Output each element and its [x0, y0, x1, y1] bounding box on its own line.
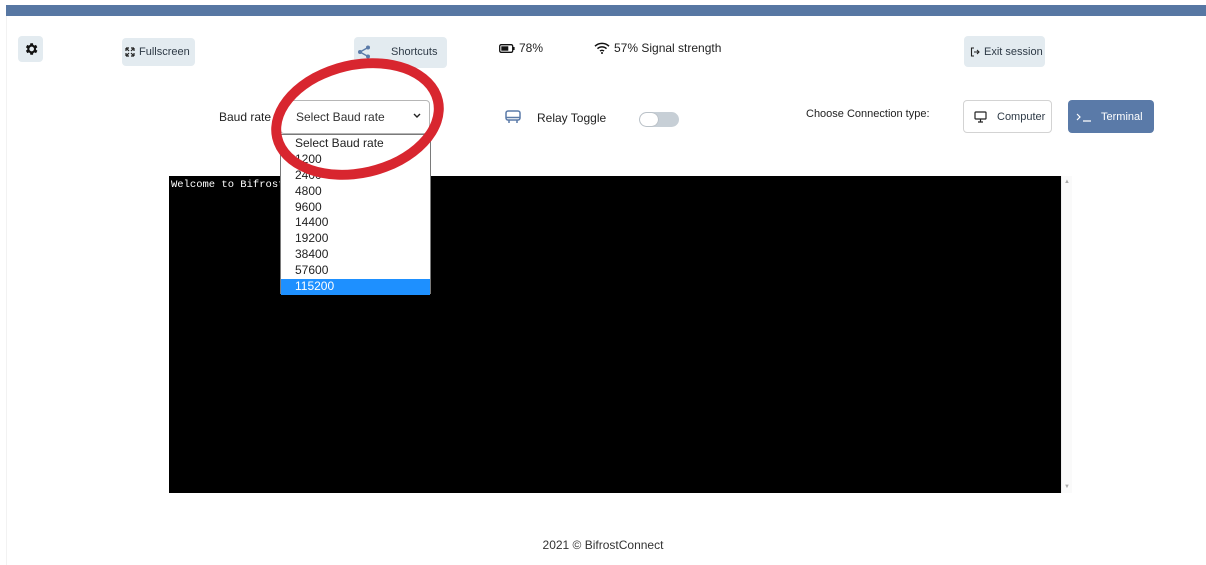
- relay-toggle-switch[interactable]: [639, 112, 679, 127]
- connection-type-label: Choose Connection type:: [806, 108, 930, 120]
- battery-percent: 78%: [519, 41, 544, 55]
- app-page: Fullscreen Shortcuts 78% 57% Signal stre…: [0, 0, 1206, 565]
- baud-rate-select[interactable]: Select Baud rate: [280, 100, 430, 134]
- baud-option[interactable]: 14400: [281, 215, 430, 231]
- computer-button[interactable]: Computer: [963, 100, 1052, 133]
- baud-option[interactable]: 4800: [281, 184, 430, 200]
- toggle-knob: [640, 113, 658, 126]
- exit-session-button[interactable]: Exit session: [964, 36, 1045, 67]
- frame-border: [6, 16, 7, 565]
- sign-out-icon: [970, 46, 980, 57]
- scroll-down-icon[interactable]: ▼: [1064, 484, 1070, 490]
- terminal-icon: [1076, 113, 1091, 122]
- terminal-button[interactable]: Terminal: [1068, 100, 1154, 133]
- terminal-label: Terminal: [1101, 110, 1143, 123]
- shortcuts-label: Shortcuts: [391, 46, 438, 58]
- relay-toggle-label: Relay Toggle: [537, 111, 607, 125]
- monitor-icon: [974, 110, 987, 123]
- expand-icon: [125, 47, 135, 57]
- gear-icon: [25, 43, 37, 55]
- baud-option[interactable]: 19200: [281, 231, 430, 247]
- signal-label: 57% Signal strength: [614, 41, 722, 55]
- baud-rate-dropdown: Select Baud rate 1200 2400 4800 9600 144…: [280, 134, 431, 295]
- battery-icon: [499, 43, 515, 53]
- baud-option[interactable]: 38400: [281, 247, 430, 263]
- baud-option[interactable]: 57600: [281, 263, 430, 279]
- baud-option[interactable]: Select Baud rate: [281, 136, 430, 152]
- baud-rate-selected: Select Baud rate: [296, 110, 385, 124]
- computer-label: Computer: [997, 110, 1046, 123]
- fullscreen-label: Fullscreen: [139, 46, 190, 58]
- chevron-down-icon: [413, 113, 421, 118]
- baud-option[interactable]: 9600: [281, 200, 430, 216]
- baud-option-highlighted[interactable]: 115200: [281, 279, 430, 295]
- scroll-up-icon[interactable]: ▲: [1064, 179, 1070, 185]
- baud-rate-label: Baud rate: [219, 110, 272, 124]
- fullscreen-button[interactable]: Fullscreen: [122, 38, 195, 66]
- baud-option[interactable]: 1200: [281, 152, 430, 168]
- exit-session-label: Exit session: [984, 45, 1043, 58]
- battery-status: 78%: [499, 41, 543, 55]
- footer: 2021 © BifrostConnect: [542, 538, 664, 552]
- baud-option[interactable]: 2400: [281, 168, 430, 184]
- shortcuts-button[interactable]: Shortcuts: [354, 37, 447, 68]
- share-icon: [358, 45, 370, 59]
- terminal-scrollbar[interactable]: ▲ ▼: [1061, 176, 1072, 493]
- relay-icon: [505, 110, 521, 123]
- wifi-icon: [594, 42, 610, 54]
- settings-button[interactable]: [18, 36, 43, 62]
- signal-status: 57% Signal strength: [594, 41, 721, 55]
- top-bar: [6, 5, 1206, 16]
